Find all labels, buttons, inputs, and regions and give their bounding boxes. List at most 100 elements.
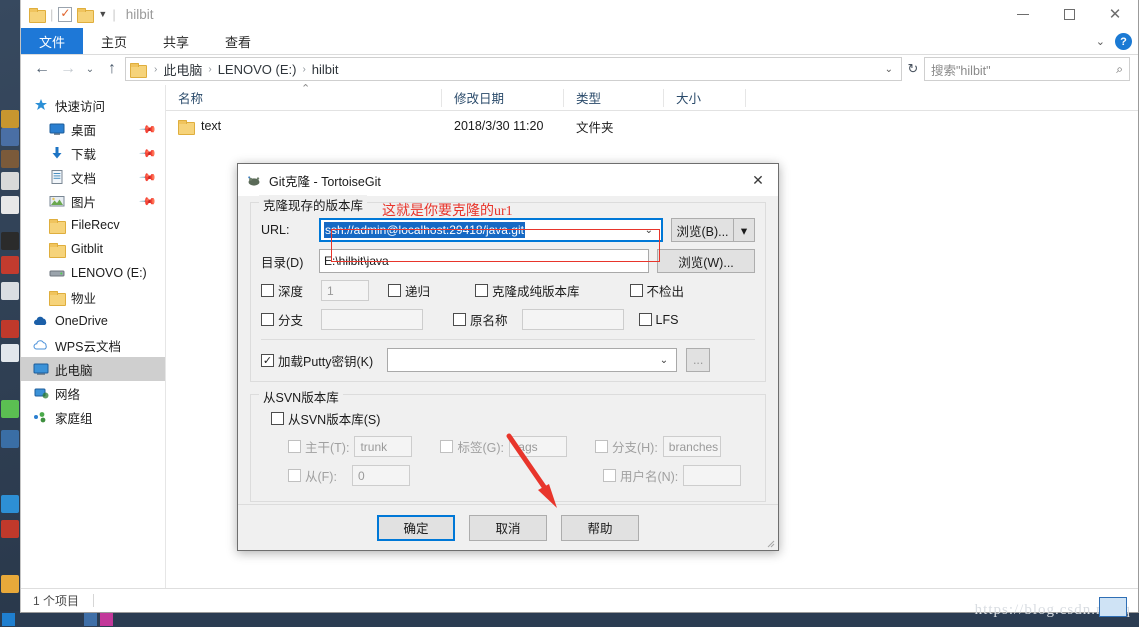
desktop-icon[interactable] <box>1 196 19 214</box>
column-header-modified[interactable]: 修改日期 <box>442 88 564 107</box>
depth-input[interactable]: 1 <box>321 280 369 301</box>
help-button[interactable]: 帮助 <box>561 514 639 541</box>
sidebar-item-gitblit[interactable]: Gitblit <box>21 237 165 261</box>
back-button[interactable]: ← <box>29 60 55 78</box>
svn-tags-checkbox[interactable]: 标签(G): <box>440 437 504 456</box>
sidebar-item-onedrive[interactable]: OneDrive <box>21 309 165 333</box>
desktop-icon[interactable] <box>1 172 19 190</box>
desktop-icon[interactable] <box>1 400 19 418</box>
lfs-checkbox[interactable]: LFS <box>638 313 678 327</box>
origin-name-checkbox[interactable]: 原名称 <box>453 310 508 329</box>
svn-trunk-checkbox[interactable]: 主干(T): <box>288 437 349 456</box>
cancel-button[interactable]: 取消 <box>469 514 547 541</box>
pin-icon[interactable]: 📌 <box>139 192 158 210</box>
url-combobox[interactable]: ssh://admin@localhost:29418/java.git ⌄ <box>319 218 663 242</box>
svn-trunk-input[interactable]: trunk <box>354 436 413 457</box>
from-svn-checkbox[interactable]: 从SVN版本库(S) <box>271 409 380 428</box>
chevron-down-icon[interactable]: ⌄ <box>885 64 897 75</box>
sidebar-item-documents[interactable]: 文档 📌 <box>21 165 165 189</box>
refresh-button[interactable]: ↻ <box>902 61 924 77</box>
desktop-icon[interactable] <box>1 128 19 146</box>
recent-locations-button[interactable]: ⌄ <box>81 64 99 75</box>
breadcrumb-item-this-pc[interactable]: 此电脑 <box>163 60 202 79</box>
dialog-close-button[interactable]: ✕ <box>738 164 778 196</box>
tab-home[interactable]: 主页 <box>83 28 145 54</box>
svn-branch-checkbox[interactable]: 分支(H): <box>594 437 658 456</box>
desktop-icon[interactable] <box>1 495 19 513</box>
svn-username-input[interactable] <box>683 465 742 486</box>
breadcrumb-item-hilbit[interactable]: hilbit <box>312 62 339 77</box>
column-header-type[interactable]: 类型 <box>564 88 664 107</box>
tab-file[interactable]: 文件 <box>21 28 84 54</box>
svn-from-input[interactable]: 0 <box>351 465 410 486</box>
branch-input[interactable] <box>321 309 423 330</box>
no-checkout-checkbox[interactable]: 不检出 <box>629 281 684 300</box>
desktop-icon[interactable] <box>1 344 19 362</box>
directory-browse-button[interactable]: 浏览(W)... <box>657 249 755 273</box>
new-folder-icon[interactable] <box>77 7 95 23</box>
branch-checkbox[interactable]: 分支 <box>261 310 313 329</box>
chevron-down-icon[interactable]: ▼ <box>98 9 107 19</box>
maximize-button[interactable] <box>1046 0 1092 28</box>
origin-name-input[interactable] <box>521 309 624 330</box>
taskbar-start-icon[interactable] <box>2 613 15 626</box>
directory-input[interactable]: E:\hilbit\java <box>319 249 649 273</box>
taskbar[interactable] <box>0 611 1139 627</box>
sidebar-item-quick-access[interactable]: 快速访问 <box>21 93 165 117</box>
url-browse-button[interactable]: 浏览(B)... <box>671 218 733 242</box>
desktop-icon[interactable] <box>1 232 19 250</box>
search-input[interactable]: 搜索"hilbit" ⌕ <box>924 57 1130 81</box>
breadcrumb[interactable]: › 此电脑 › LENOVO (E:) › hilbit ⌄ <box>125 57 902 81</box>
svn-branch-input[interactable]: branches <box>662 436 721 457</box>
putty-key-combobox[interactable]: ⌄ <box>387 348 678 372</box>
desktop-icon[interactable] <box>1 575 19 593</box>
breadcrumb-item-drive[interactable]: LENOVO (E:) <box>218 62 297 77</box>
svn-username-checkbox[interactable]: 用户名(N): <box>602 466 678 485</box>
desktop-icon[interactable] <box>1 282 19 300</box>
url-browse-dropdown-button[interactable]: ▾ <box>733 218 755 242</box>
minimize-button[interactable] <box>1000 0 1046 28</box>
sidebar-item-network[interactable]: 网络 <box>21 381 165 405</box>
sidebar-item-wuye[interactable]: 物业 <box>21 285 165 309</box>
table-row[interactable]: text 2018/3/30 11:20 文件夹 <box>166 111 1138 141</box>
sidebar-item-pictures[interactable]: 图片 📌 <box>21 189 165 213</box>
sidebar-item-downloads[interactable]: 下载 📌 <box>21 141 165 165</box>
depth-checkbox[interactable]: 深度 <box>261 281 313 300</box>
bare-clone-checkbox[interactable]: 克隆成纯版本库 <box>475 281 580 300</box>
sidebar-item-wps-cloud[interactable]: WPS云文档 <box>21 333 165 357</box>
sidebar-item-homegroup[interactable]: 家庭组 <box>21 405 165 429</box>
pin-icon[interactable]: 📌 <box>139 168 158 186</box>
sidebar-item-lenovo-drive[interactable]: LENOVO (E:) <box>21 261 165 285</box>
up-button[interactable]: ↑ <box>99 60 125 78</box>
search-icon[interactable]: ⌕ <box>1116 62 1123 77</box>
chevron-down-icon[interactable]: ⌄ <box>1096 35 1105 48</box>
recursive-checkbox[interactable]: 递归 <box>388 281 430 300</box>
desktop-icon[interactable] <box>1 320 19 338</box>
svn-from-checkbox[interactable]: 从(F): <box>288 466 337 485</box>
column-header-size[interactable]: 大小 <box>664 88 746 107</box>
desktop-icon[interactable] <box>1 110 19 128</box>
pin-icon[interactable]: 📌 <box>139 144 158 162</box>
sidebar-item-desktop[interactable]: 桌面 📌 <box>21 117 165 141</box>
close-button[interactable]: ✕ <box>1092 0 1138 28</box>
pin-icon[interactable]: 📌 <box>139 120 158 138</box>
folder-icon[interactable] <box>29 7 46 23</box>
help-button[interactable]: ? <box>1115 33 1132 50</box>
chevron-down-icon[interactable]: ⌄ <box>660 355 673 366</box>
desktop-icon[interactable] <box>1 256 19 274</box>
putty-key-browse-button[interactable]: ... <box>686 348 711 372</box>
sidebar-item-this-pc[interactable]: 此电脑 <box>21 357 165 381</box>
taskbar-app-icon[interactable] <box>100 613 113 626</box>
sidebar-item-filerecv[interactable]: FileRecv <box>21 213 165 237</box>
desktop-icon[interactable] <box>1 520 19 538</box>
properties-icon[interactable] <box>58 6 73 22</box>
resize-grip-icon[interactable] <box>765 538 775 548</box>
tab-share[interactable]: 共享 <box>145 28 207 54</box>
forward-button[interactable]: → <box>55 60 81 78</box>
desktop-icon[interactable] <box>1 150 19 168</box>
load-putty-key-checkbox[interactable]: ✓ 加载Putty密钥(K) <box>261 351 373 370</box>
tab-view[interactable]: 查看 <box>207 28 269 54</box>
desktop-icon[interactable] <box>1 430 19 448</box>
ok-button[interactable]: 确定 <box>377 514 455 541</box>
chevron-down-icon[interactable]: ⌄ <box>645 225 658 236</box>
